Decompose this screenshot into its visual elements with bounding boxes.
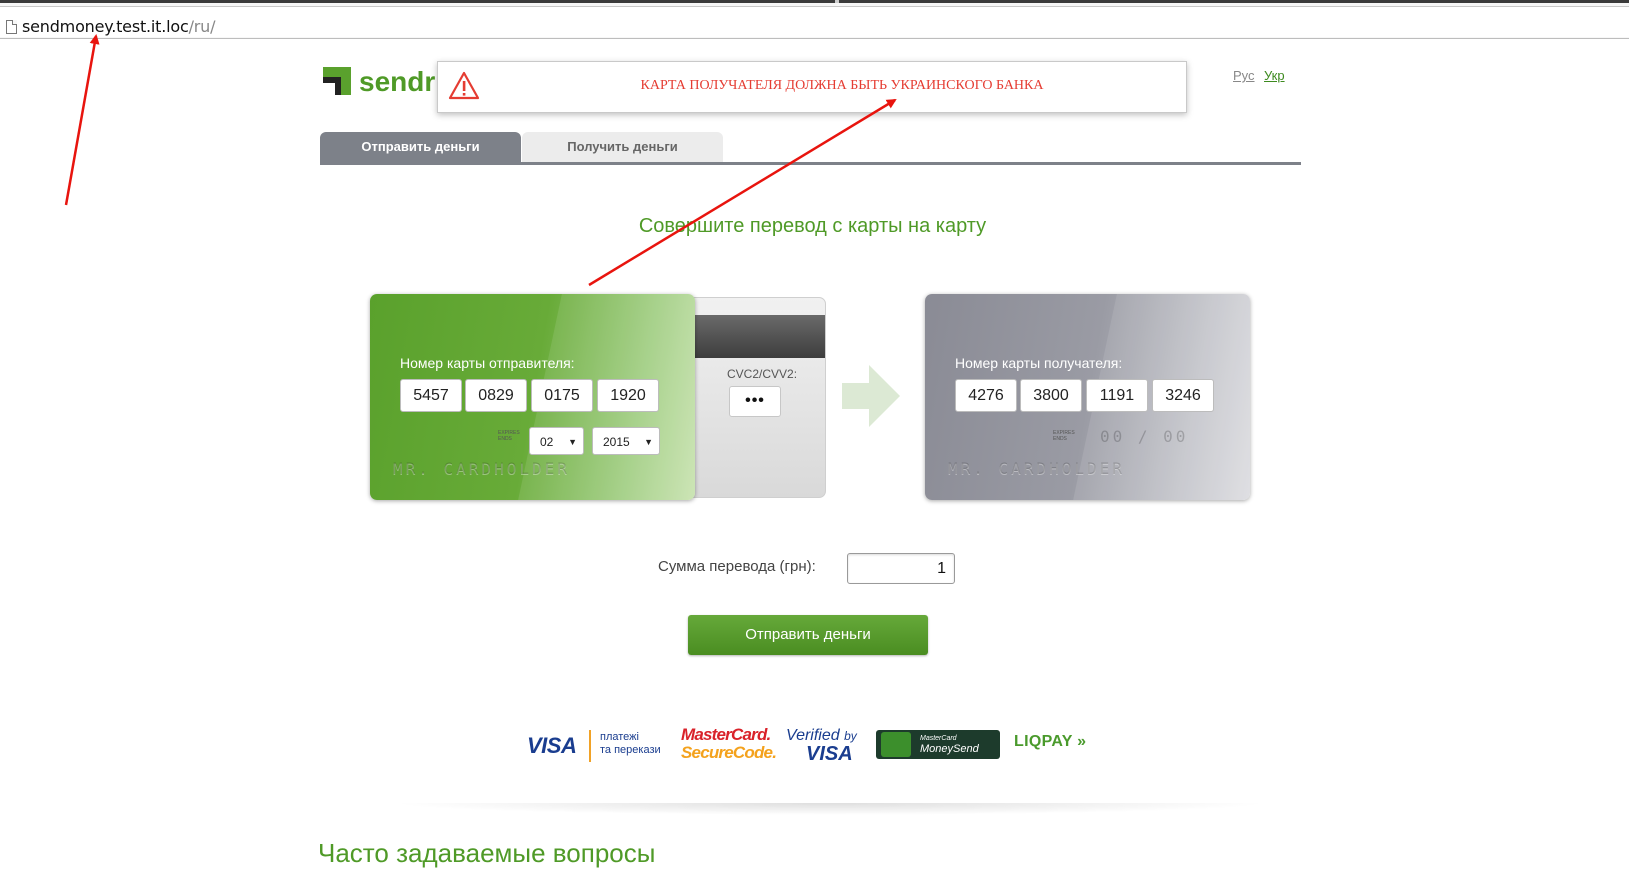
- expiry-year-value: 2015: [603, 435, 630, 449]
- sender-card-number-3[interactable]: 0175: [531, 379, 593, 412]
- receiver-card-number-1[interactable]: 4276: [955, 379, 1017, 412]
- receiver-card: Номер карты получателя: 4276 3800 1191 3…: [925, 294, 1250, 500]
- verified-by-text: by: [844, 729, 857, 743]
- alert-message: КАРТА ПОЛУЧАТЕЛЯ ДОЛЖНА БЫТЬ УКРАИНСКОГО…: [640, 78, 1044, 93]
- platezhi-logo: платежі та перекази: [600, 731, 661, 757]
- browser-address-bar: sendmoney.test.it.loc/ru/: [0, 0, 1629, 39]
- tab-receive-money[interactable]: Получить деньги: [522, 132, 723, 162]
- card-holder-text: MR. CARDHOLDER: [393, 459, 570, 478]
- url-field[interactable]: sendmoney.test.it.loc/ru/: [0, 6, 1629, 37]
- sender-card-number-4[interactable]: 1920: [597, 379, 659, 412]
- expiry-month-value: 02: [540, 435, 554, 449]
- platezhi-line-1: платежі: [600, 731, 639, 743]
- amount-label: Сумма перевода (грн):: [658, 558, 816, 575]
- page-headline: Совершите перевод с карты на карту: [0, 215, 1629, 238]
- expires-label: EXPIRES ENDS: [1053, 430, 1075, 442]
- receiver-card-label: Номер карты получателя:: [955, 355, 1123, 371]
- verified-visa-text: VISA: [806, 743, 853, 765]
- site-logo-text[interactable]: sendr: [359, 66, 435, 98]
- card-holder-text: MR. CARDHOLDER: [948, 459, 1125, 478]
- sender-card-label: Номер карты отправителя:: [400, 355, 575, 371]
- section-divider-shadow: [390, 803, 1270, 815]
- send-money-button[interactable]: Отправить деньги: [688, 615, 928, 655]
- mastercard-text: MasterCard.: [681, 725, 771, 744]
- receiver-card-number-3[interactable]: 1191: [1086, 379, 1148, 412]
- expiry-placeholder: 00 / 00: [1100, 427, 1189, 446]
- url-path: /ru/: [188, 17, 216, 36]
- transfer-arrow-icon: [842, 365, 900, 427]
- receiver-card-number-2[interactable]: 3800: [1020, 379, 1082, 412]
- cvc-label: CVC2/CVV2:: [727, 367, 798, 381]
- double-chevron-icon: »: [1072, 733, 1087, 750]
- expiry-month-select[interactable]: 02 ▼: [529, 427, 584, 455]
- privatbank-logo-icon[interactable]: [323, 67, 351, 95]
- liqpay-logo: LIQPAY »: [1014, 733, 1086, 751]
- sender-card-number-2[interactable]: 0829: [465, 379, 527, 412]
- tab-strip-gap: [835, 0, 839, 3]
- url-host: sendmoney.test.it.loc: [22, 17, 189, 36]
- tab-send-money[interactable]: Отправить деньги: [320, 132, 521, 162]
- receiver-card-number-4[interactable]: 3246: [1152, 379, 1214, 412]
- amount-input[interactable]: 1: [847, 553, 955, 584]
- error-alert-popup: КАРТА ПОЛУЧАТЕЛЯ ДОЛЖНА БЫТЬ УКРАИНСКОГО…: [437, 61, 1187, 113]
- sender-card: Номер карты отправителя: 5457 0829 0175 …: [370, 294, 695, 500]
- dropdown-arrow-icon: ▼: [568, 437, 577, 447]
- verified-text: Verified: [786, 727, 840, 744]
- sender-card-number-1[interactable]: 5457: [400, 379, 462, 412]
- mastercard-securecode-logo: MasterCard. SecureCode.: [681, 725, 777, 762]
- lang-ru-link[interactable]: Рус: [1233, 68, 1255, 83]
- tab-underline: [320, 162, 1301, 165]
- annotation-arrow-url: [64, 34, 100, 206]
- platezhi-line-2: та перекази: [600, 744, 661, 756]
- verified-by-visa-logo: Verified by VISA: [786, 727, 857, 765]
- browser-tab-strip: [0, 0, 1629, 3]
- cvc-input[interactable]: •••: [729, 386, 781, 417]
- annotation-arrow-alert: [588, 98, 897, 287]
- url-text[interactable]: sendmoney.test.it.loc/ru/: [22, 17, 215, 36]
- expires-label: EXPIRES ENDS: [498, 430, 520, 442]
- logo-divider: [589, 730, 591, 762]
- visa-logo: VISA: [527, 733, 577, 758]
- securecode-text: SecureCode.: [681, 743, 777, 762]
- dropdown-arrow-icon: ▼: [644, 437, 653, 447]
- lang-uk-link[interactable]: Укр: [1264, 68, 1285, 83]
- mastercard-moneysend-logo: MasterCard MoneySend: [876, 730, 1000, 759]
- moneysend-big-text: MoneySend: [920, 743, 979, 755]
- headline-text: Совершите перевод с карты на карту: [638, 215, 987, 237]
- liqpay-text: LIQPAY: [1014, 733, 1073, 750]
- expiry-year-select[interactable]: 2015 ▼: [592, 427, 660, 455]
- page-icon: [6, 20, 17, 34]
- moneysend-badge-icon: [881, 732, 911, 757]
